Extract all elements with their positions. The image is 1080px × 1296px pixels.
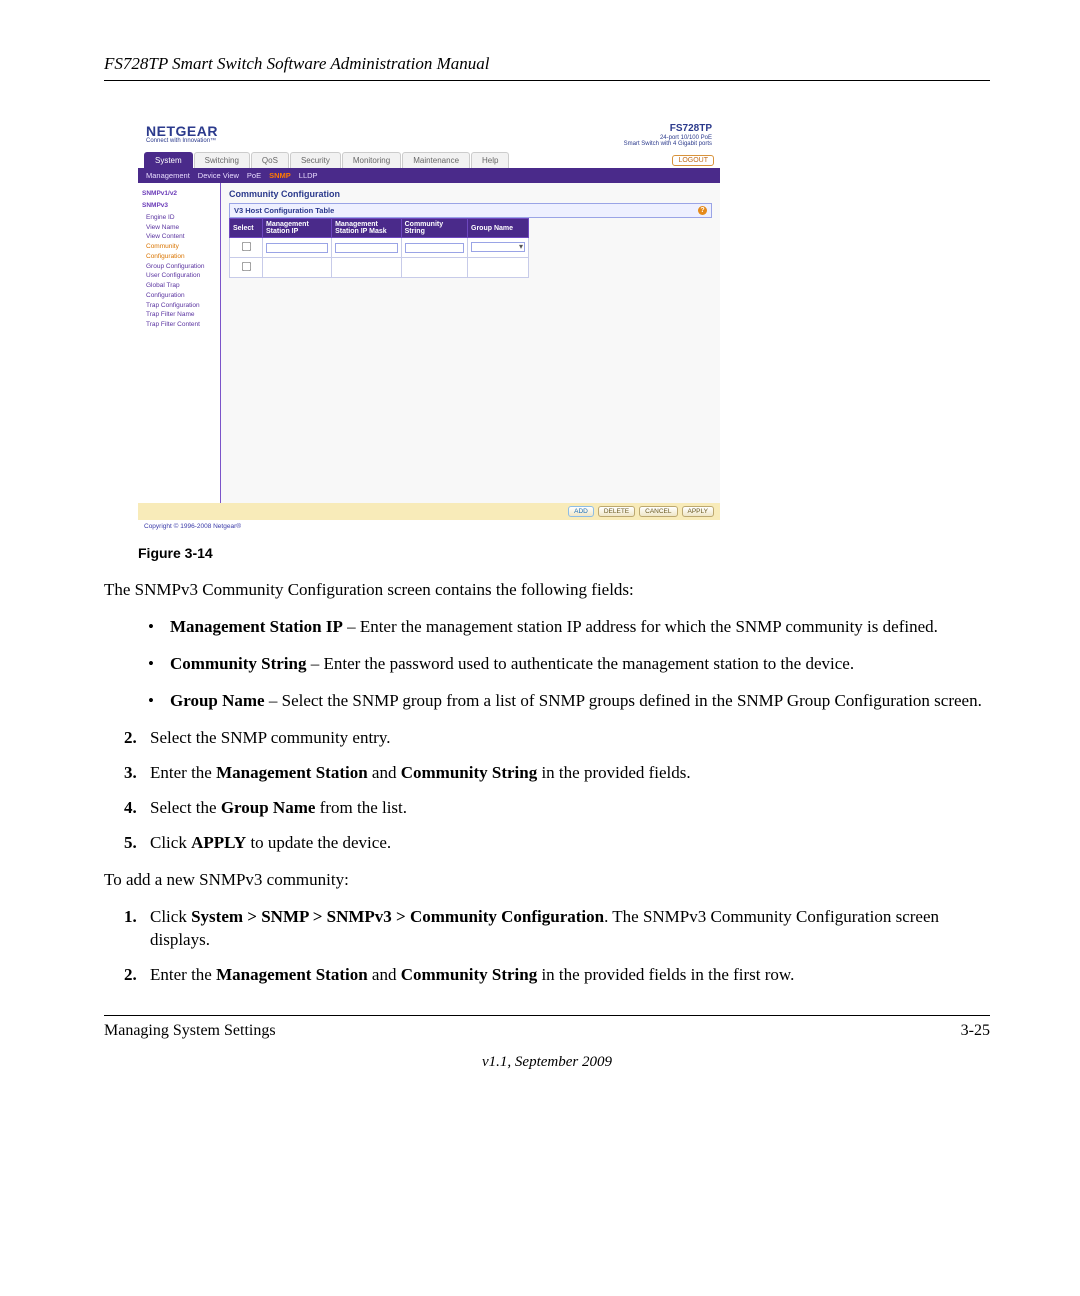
figure-3-14: NETGEAR Connect with Innovation™ FS728TP… [138,117,720,533]
row1-mgmt-ip-input[interactable] [266,243,328,253]
page-footer: Managing System Settings 3-25 [104,1016,990,1040]
field-bullets: Management Station IP – Enter the manage… [104,616,990,713]
row1-community-string-input[interactable] [405,243,464,253]
model-block: FS728TP 24-port 10/100 PoE Smart Switch … [624,123,712,148]
tab-monitoring[interactable]: Monitoring [342,152,401,168]
header-rule [104,80,990,81]
sidebar-group-v1v2[interactable]: SNMPv1/v2 [142,189,216,199]
model-line1: 24-port 10/100 PoE [624,135,712,142]
row1-select-checkbox[interactable] [241,242,250,251]
col-select: Select [230,219,263,238]
row1-mgmt-ip-mask-input[interactable] [335,243,398,253]
footer-right: 3-25 [961,1022,990,1040]
sidebar-item-engine-id[interactable]: Engine ID [142,213,216,223]
netgear-ui: NETGEAR Connect with Innovation™ FS728TP… [138,117,720,533]
add-step-2: 2.Enter the Management Station and Commu… [104,964,990,987]
button-bar: ADD DELETE CANCEL APPLY [138,503,720,520]
delete-button[interactable]: DELETE [598,506,635,517]
bullet-group-name: Group Name – Select the SNMP group from … [104,690,990,713]
subtab-management[interactable]: Management [146,171,190,180]
model-name: FS728TP [624,123,712,135]
table-wrap: V3 Host Configuration Table ? Select Man… [229,203,712,278]
ui-header: NETGEAR Connect with Innovation™ FS728TP… [138,117,720,152]
figure-caption: Figure 3-14 [138,545,990,561]
panel-title: Community Configuration [229,189,712,199]
ui-copyright: Copyright © 1996-2008 Netgear® [138,520,720,533]
add-button[interactable]: ADD [568,506,594,517]
tagline: Connect with Innovation™ [146,138,218,144]
main-panel: Community Configuration V3 Host Configur… [221,183,720,503]
col-group-name: Group Name [468,219,529,238]
step-3: 3.Enter the Management Station and Commu… [104,762,990,785]
subtab-device-view[interactable]: Device View [198,171,239,180]
tab-switching[interactable]: Switching [194,152,250,168]
footer-center: v1.1, September 2009 [104,1054,990,1071]
col-community-string: Community String [401,219,467,238]
tab-security[interactable]: Security [290,152,341,168]
apply-button[interactable]: APPLY [682,506,714,517]
sidebar-item-group-config[interactable]: Group Configuration [142,262,216,272]
ui-body: SNMPv1/v2 SNMPv3 Engine ID View Name Vie… [138,183,720,503]
add-intro: To add a new SNMPv3 community: [104,869,990,892]
running-head: FS728TP Smart Switch Software Administra… [104,54,990,74]
row2-select-checkbox[interactable] [241,262,250,271]
table-header-row: Select Management Station IP Management … [230,219,529,238]
tab-system[interactable]: System [144,152,193,168]
col-mgmt-ip: Management Station IP [263,219,332,238]
table-row [230,258,529,278]
step-2: 2.Select the SNMP community entry. [104,727,990,750]
sidebar-item-trap-filter-content[interactable]: Trap Filter Content [142,320,216,330]
help-icon[interactable]: ? [698,206,707,215]
sidebar-item-trap-filter-name[interactable]: Trap Filter Name [142,310,216,320]
sidebar: SNMPv1/v2 SNMPv3 Engine ID View Name Vie… [138,183,221,503]
table-row [230,238,529,258]
brand-block: NETGEAR Connect with Innovation™ [146,123,218,144]
steps-edit: 2.Select the SNMP community entry. 3.Ent… [104,727,990,855]
sidebar-item-view-name[interactable]: View Name [142,223,216,233]
subtab-poe[interactable]: PoE [247,171,261,180]
row1-group-name-select[interactable] [471,242,525,252]
cancel-button[interactable]: CANCEL [639,506,677,517]
model-line2: Smart Switch with 4 Gigabit ports [624,141,712,148]
intro-paragraph: The SNMPv3 Community Configuration scree… [104,579,990,602]
tab-help[interactable]: Help [471,152,509,168]
step-5: 5.Click APPLY to update the device. [104,832,990,855]
footer-left: Managing System Settings [104,1022,276,1040]
tab-qos[interactable]: QoS [251,152,289,168]
sidebar-group-v3[interactable]: SNMPv3 [142,201,216,211]
main-tabs: System Switching QoS Security Monitoring… [138,152,720,168]
subtab-lldp[interactable]: LLDP [299,171,318,180]
step-4: 4.Select the Group Name from the list. [104,797,990,820]
logout-button[interactable]: LOGOUT [672,155,714,166]
col-mgmt-ip-mask: Management Station IP Mask [332,219,402,238]
netgear-logo: NETGEAR [146,123,218,139]
bullet-mgmt-ip: Management Station IP – Enter the manage… [104,616,990,639]
bullet-community-string: Community String – Enter the password us… [104,653,990,676]
table-caption: V3 Host Configuration Table [234,206,334,215]
sidebar-item-global-trap-config[interactable]: Global Trap Configuration [142,281,216,301]
steps-add: 1.Click System > SNMP > SNMPv3 > Communi… [104,906,990,987]
config-table: Select Management Station IP Management … [229,218,529,278]
sub-tabs: Management Device View PoE SNMP LLDP [138,168,720,183]
sidebar-item-community-config[interactable]: Community Configuration [142,242,216,262]
table-caption-bar: V3 Host Configuration Table ? [229,203,712,218]
subtab-snmp[interactable]: SNMP [269,171,291,180]
sidebar-item-trap-config[interactable]: Trap Configuration [142,301,216,311]
add-step-1: 1.Click System > SNMP > SNMPv3 > Communi… [104,906,990,952]
sidebar-item-view-content[interactable]: View Content [142,232,216,242]
tab-maintenance[interactable]: Maintenance [402,152,470,168]
sidebar-item-user-config[interactable]: User Configuration [142,271,216,281]
